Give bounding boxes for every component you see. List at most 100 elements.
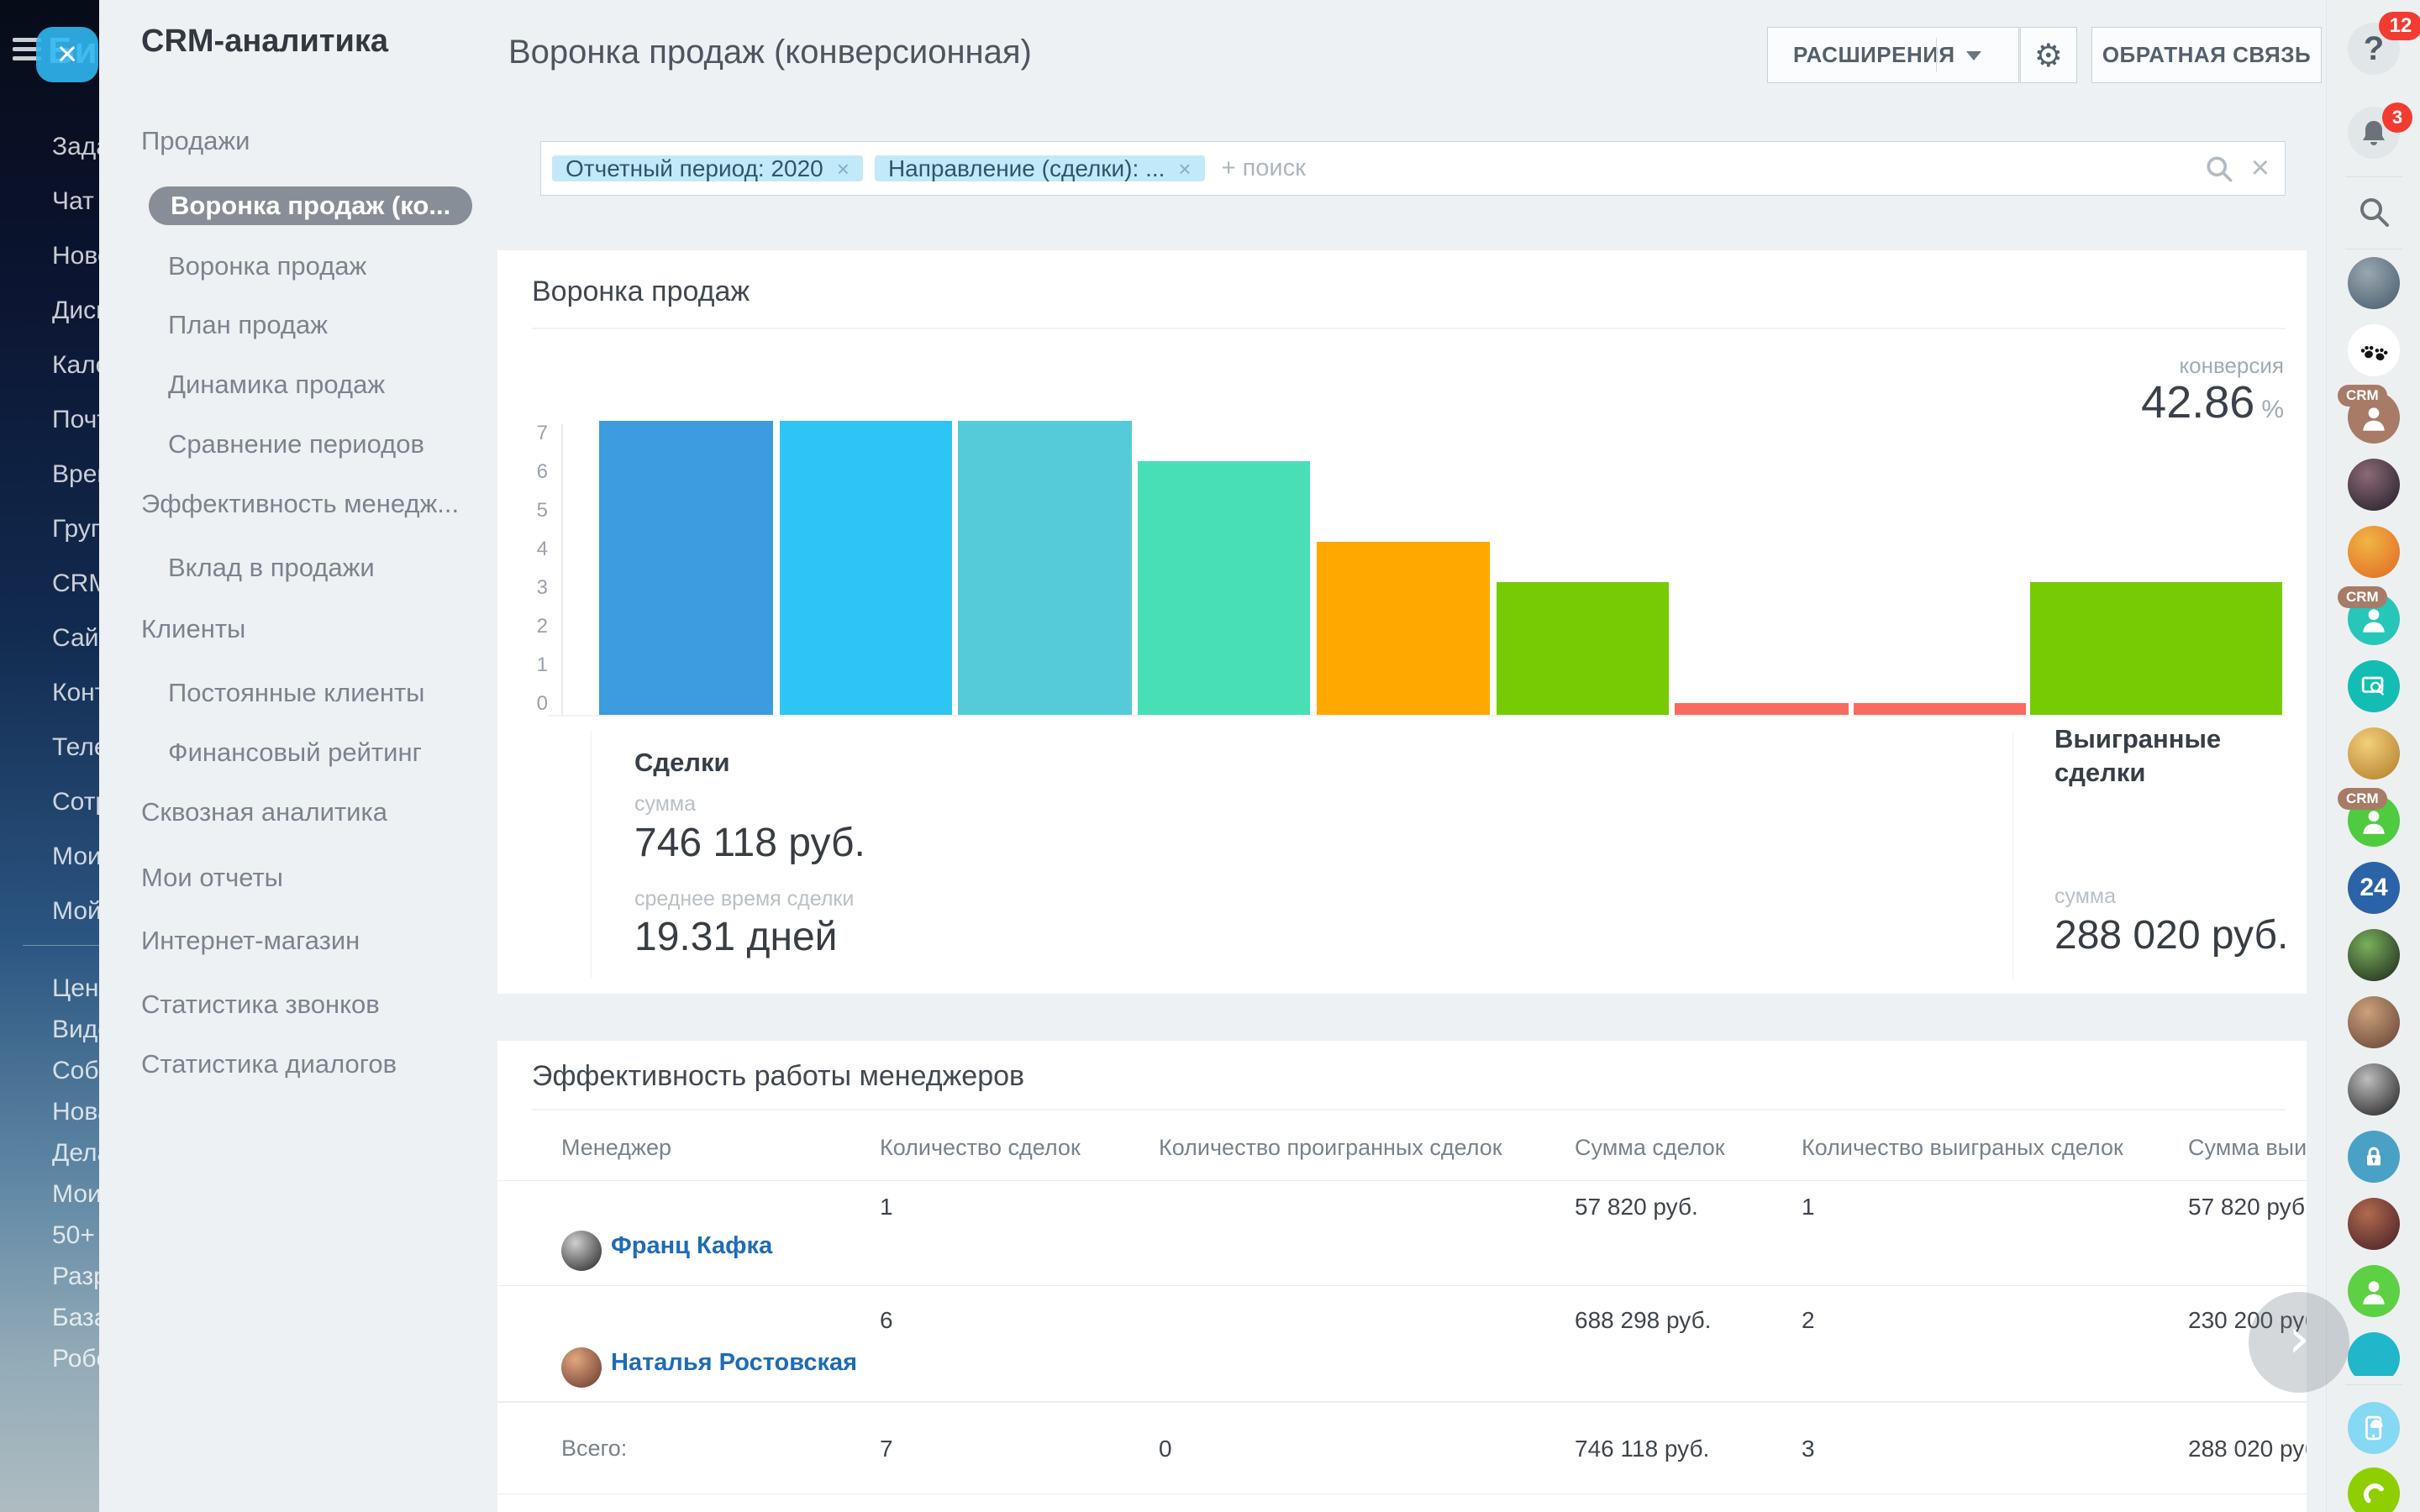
y-tick: 2 bbox=[514, 614, 548, 639]
help-badge: 12 bbox=[2379, 12, 2420, 40]
divider bbox=[497, 1180, 2307, 1181]
table-scroll-right-button[interactable]: › bbox=[2249, 1292, 2349, 1393]
settings-gear-button[interactable]: ⚙ bbox=[2020, 27, 2077, 83]
telephony-icon[interactable] bbox=[2348, 1467, 2400, 1512]
avatar-lock-icon[interactable] bbox=[2348, 1131, 2400, 1183]
rail-item[interactable]: CRM bbox=[52, 567, 99, 601]
rail-item[interactable]: База bbox=[52, 1301, 99, 1335]
rail-item[interactable]: Собр bbox=[52, 1054, 99, 1088]
remove-chip-icon[interactable]: × bbox=[1178, 156, 1191, 181]
rail-item[interactable]: Ново bbox=[52, 239, 99, 273]
avatar-bitrix24[interactable]: 24 bbox=[2348, 862, 2400, 914]
extensions-button[interactable]: РАСШИРЕНИЯ bbox=[1767, 27, 2019, 83]
remove-chip-icon[interactable]: × bbox=[837, 156, 850, 181]
avatar-photo-man[interactable] bbox=[2348, 929, 2400, 981]
menu-item-эффективность-менедж-[interactable]: Эффективность менедж... bbox=[141, 485, 459, 523]
crm-analytics-menu: CRM-аналитика ПродажиВоронка продаж (ко.… bbox=[99, 0, 471, 1512]
rail-item[interactable]: Мои bbox=[52, 1178, 99, 1211]
avatar-paws-icon[interactable] bbox=[2348, 324, 2400, 376]
avatar-photo-worker[interactable] bbox=[2348, 257, 2400, 309]
rail-item[interactable]: Нова bbox=[52, 1095, 99, 1129]
rail-item[interactable]: 50+ г bbox=[52, 1219, 99, 1252]
rail-item[interactable]: Конт bbox=[52, 676, 99, 710]
funnel-bar-stage-3 bbox=[958, 421, 1132, 715]
close-menu-button[interactable]: × bbox=[36, 27, 98, 82]
feedback-button[interactable]: ОБРАТНАЯ СВЯЗЬ bbox=[2091, 27, 2322, 83]
menu-item-мои-отчеты[interactable]: Мои отчеты bbox=[141, 858, 283, 897]
column-header: Сумма выигранных сделок bbox=[2188, 1135, 2307, 1161]
y-tick: 7 bbox=[514, 421, 548, 446]
table-cell: 6 bbox=[880, 1307, 893, 1334]
rail-item[interactable]: Цент bbox=[52, 972, 99, 1005]
avatar bbox=[561, 1231, 602, 1271]
menu-item-продажи[interactable]: Продажи bbox=[141, 122, 250, 160]
rail-item[interactable]: Робо bbox=[52, 1342, 99, 1376]
avatar-screen-search-icon[interactable] bbox=[2348, 660, 2400, 712]
rail-item[interactable]: Теле bbox=[52, 731, 99, 764]
rail-item[interactable]: Сотр bbox=[52, 785, 99, 819]
menu-item-сквозная-аналитика[interactable]: Сквозная аналитика bbox=[141, 793, 387, 832]
rail-item[interactable]: Диск bbox=[52, 294, 99, 328]
avatar-cartoon-woman[interactable] bbox=[2348, 727, 2400, 780]
menu-item-воронка-продаж[interactable]: Воронка продаж bbox=[168, 247, 366, 286]
x-axis-line bbox=[548, 715, 2286, 717]
menu-item-клиенты[interactable]: Клиенты bbox=[141, 610, 245, 648]
table-cell: 288 020 руб. bbox=[2188, 1436, 2307, 1462]
rail-item[interactable]: Сайт bbox=[52, 622, 99, 655]
search-input[interactable]: + поиск bbox=[1222, 155, 2202, 182]
notifications-badge: 3 bbox=[2382, 102, 2412, 133]
rail-item[interactable]: Виде bbox=[52, 1013, 99, 1047]
avatar-photo-woman3[interactable] bbox=[2348, 1198, 2400, 1250]
avatar-crm-contact[interactable]: CRM bbox=[2348, 391, 2400, 444]
button-divider bbox=[1936, 38, 1937, 72]
avatar-person[interactable] bbox=[2348, 1265, 2400, 1317]
menu-item-воронка-продаж-ко-[interactable]: Воронка продаж (ко... bbox=[149, 186, 472, 225]
y-tick: 0 bbox=[514, 691, 548, 717]
clear-filter-icon[interactable]: × bbox=[2251, 150, 2270, 186]
rail-item[interactable]: Врем bbox=[52, 458, 99, 491]
menu-item-интернет-магазин[interactable]: Интернет-магазин bbox=[141, 921, 360, 960]
chevron-down-icon[interactable] bbox=[1966, 51, 1981, 60]
menu-item-статистика-звонков[interactable]: Статистика звонков bbox=[141, 985, 380, 1024]
filter-chip[interactable]: Направление (сделки): ...× bbox=[875, 155, 1205, 181]
search-icon[interactable] bbox=[2202, 152, 2236, 186]
rail-item[interactable]: Почт bbox=[52, 403, 99, 437]
menu-item-статистика-диалогов[interactable]: Статистика диалогов bbox=[141, 1045, 397, 1084]
rail-item[interactable]: Дела bbox=[52, 1137, 99, 1170]
funnel-bar-stage-2 bbox=[780, 421, 952, 715]
crm-badge: CRM bbox=[2338, 385, 2387, 407]
rail-item[interactable]: Чат и bbox=[52, 185, 99, 218]
menu-item-вклад-в-продажи[interactable]: Вклад в продажи bbox=[168, 549, 375, 587]
avatar-photo-woman2[interactable] bbox=[2348, 996, 2400, 1048]
rail-item[interactable]: Зада bbox=[52, 130, 99, 164]
menu-item-финансовый-рейтинг[interactable]: Финансовый рейтинг bbox=[168, 733, 422, 772]
filter-search-bar[interactable]: Отчетный период: 2020× Направление (сделк… bbox=[540, 141, 2286, 196]
avatar-crm-contact[interactable]: CRM bbox=[2348, 795, 2400, 847]
avatar-photo-kafka[interactable] bbox=[2348, 1063, 2400, 1116]
rail-item[interactable]: Мои bbox=[52, 840, 99, 874]
menu-item-план-продаж[interactable]: План продаж bbox=[168, 306, 328, 344]
rail-search-button[interactable] bbox=[2348, 186, 2400, 238]
menu-item-динамика-продаж[interactable]: Динамика продаж bbox=[168, 365, 385, 404]
rail-item[interactable]: Мой bbox=[52, 895, 99, 928]
table-cell: 57 820 руб. bbox=[2188, 1194, 2307, 1221]
avatar-partial[interactable] bbox=[2348, 1332, 2400, 1376]
menu-item-сравнение-периодов[interactable]: Сравнение периодов bbox=[168, 425, 424, 464]
chevron-right-icon: › bbox=[2288, 1308, 2310, 1370]
funnel-bar-stage-8 bbox=[1854, 703, 2026, 715]
rail-item[interactable]: Разр bbox=[52, 1260, 99, 1294]
avatar-photo-woman[interactable] bbox=[2348, 459, 2400, 511]
rail-item[interactable]: Кале bbox=[52, 349, 99, 382]
avatar-crm-contact[interactable]: CRM bbox=[2348, 593, 2400, 645]
menu-item-постоянные-клиенты[interactable]: Постоянные клиенты bbox=[168, 674, 424, 712]
manager-link[interactable]: Франц Кафка bbox=[611, 1232, 772, 1260]
avatar-photo-art[interactable] bbox=[2348, 526, 2400, 578]
filter-chips: Отчетный период: 2020× Направление (сделк… bbox=[552, 150, 1217, 187]
won-sum-label: сумма bbox=[2054, 885, 2116, 909]
filter-chip[interactable]: Отчетный период: 2020× bbox=[552, 155, 863, 181]
mobile-app-icon[interactable] bbox=[2348, 1402, 2400, 1454]
manager-link[interactable]: Наталья Ростовская bbox=[611, 1349, 857, 1377]
rail-item[interactable]: Груп bbox=[52, 512, 99, 546]
divider bbox=[532, 1109, 2286, 1110]
funnel-bar-stage-7 bbox=[1675, 703, 1849, 715]
